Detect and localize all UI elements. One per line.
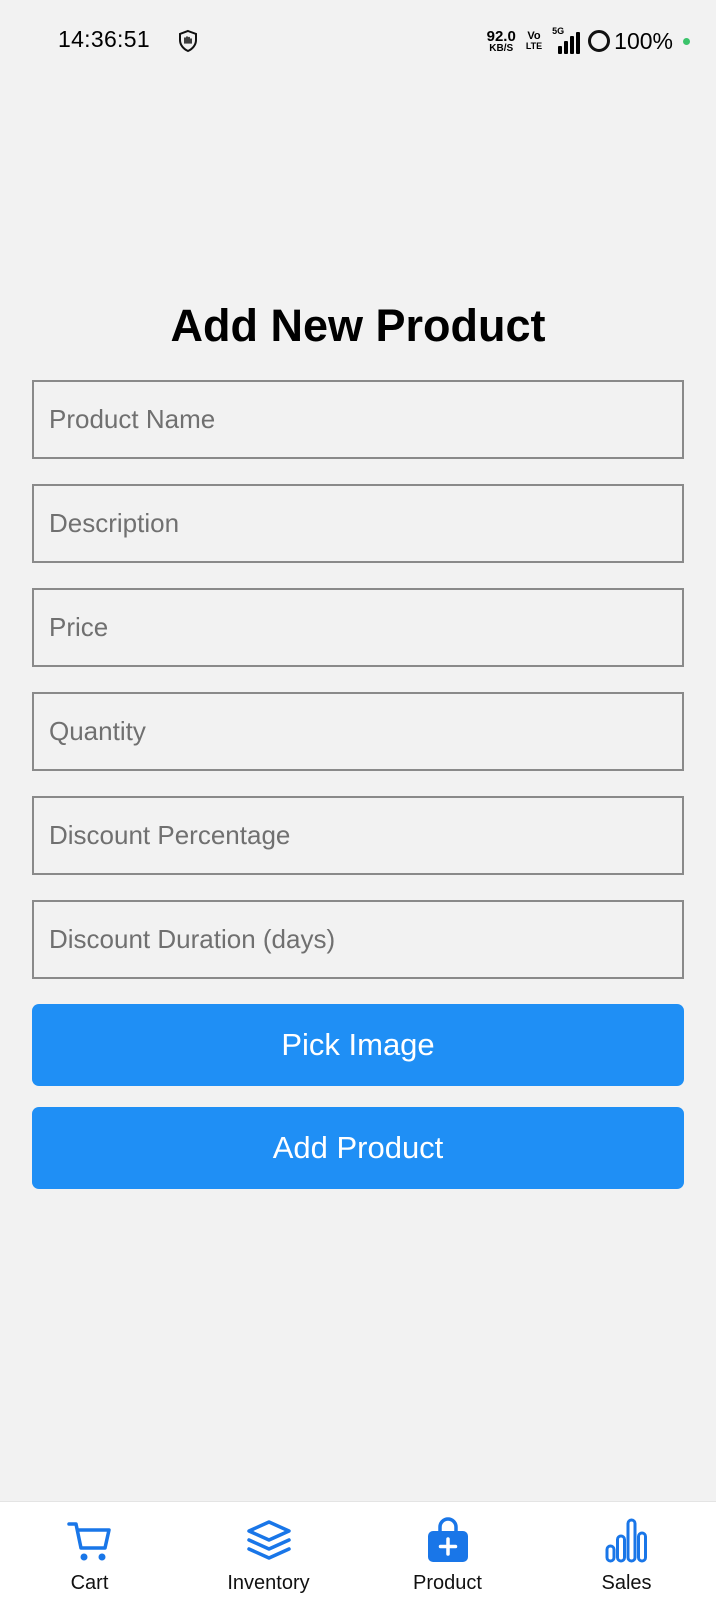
signal-strength-icon: 5G [552, 26, 581, 54]
nav-item-sales[interactable]: Sales [537, 1502, 716, 1600]
product-name-input[interactable] [32, 380, 684, 459]
signal-bar [564, 41, 569, 54]
network-speed-unit: KB/S [489, 42, 514, 54]
network-speed: 92.0 KB/S [487, 29, 516, 54]
network-type-label: 5G [552, 26, 565, 36]
battery-percentage: 100% [614, 27, 673, 54]
status-time: 14:36:51 [58, 26, 150, 52]
nav-label-product: Product [413, 1572, 482, 1594]
bar-chart-icon [605, 1518, 647, 1563]
shield-hand-icon [179, 29, 197, 53]
nav-label-inventory: Inventory [227, 1572, 310, 1594]
cart-icon [66, 1522, 111, 1561]
page-title: Add New Product [170, 300, 546, 351]
nav-label-cart: Cart [70, 1572, 109, 1594]
signal-bar [576, 32, 581, 54]
quantity-input[interactable] [32, 692, 684, 771]
status-right-group: 92.0 KB/S Vo LTE 5G 100% [487, 24, 690, 58]
network-speed-value: 92.0 [486, 27, 516, 45]
battery-ring-icon [588, 30, 611, 52]
add-product-form: Pick Image Add Product [32, 380, 684, 1210]
nav-item-product[interactable]: Product [358, 1502, 537, 1600]
price-input[interactable] [32, 588, 684, 667]
add-product-button[interactable]: Add Product [32, 1107, 684, 1189]
bag-plus-icon [427, 1517, 468, 1562]
discount-percentage-input[interactable] [32, 796, 684, 875]
volte-bottom-label: LTE [525, 41, 543, 51]
nav-label-sales: Sales [601, 1572, 652, 1594]
layers-icon [246, 1520, 291, 1560]
add-product-screen: 14:36:51 92.0 KB/S Vo LTE 5G 100% Add Ne… [0, 0, 716, 1600]
nav-item-inventory[interactable]: Inventory [179, 1502, 358, 1600]
nav-item-cart[interactable]: Cart [0, 1502, 179, 1600]
status-bar: 14:36:51 92.0 KB/S Vo LTE 5G 100% [0, 0, 716, 80]
charging-dot-icon [683, 37, 690, 45]
pick-image-button[interactable]: Pick Image [32, 1004, 684, 1086]
signal-bar [570, 36, 575, 54]
discount-duration-input[interactable] [32, 900, 684, 979]
signal-bar [558, 46, 563, 54]
volte-indicator: Vo LTE [526, 31, 542, 51]
bottom-navigation: Cart Inventory Product Sales [0, 1501, 716, 1600]
description-input[interactable] [32, 484, 684, 563]
